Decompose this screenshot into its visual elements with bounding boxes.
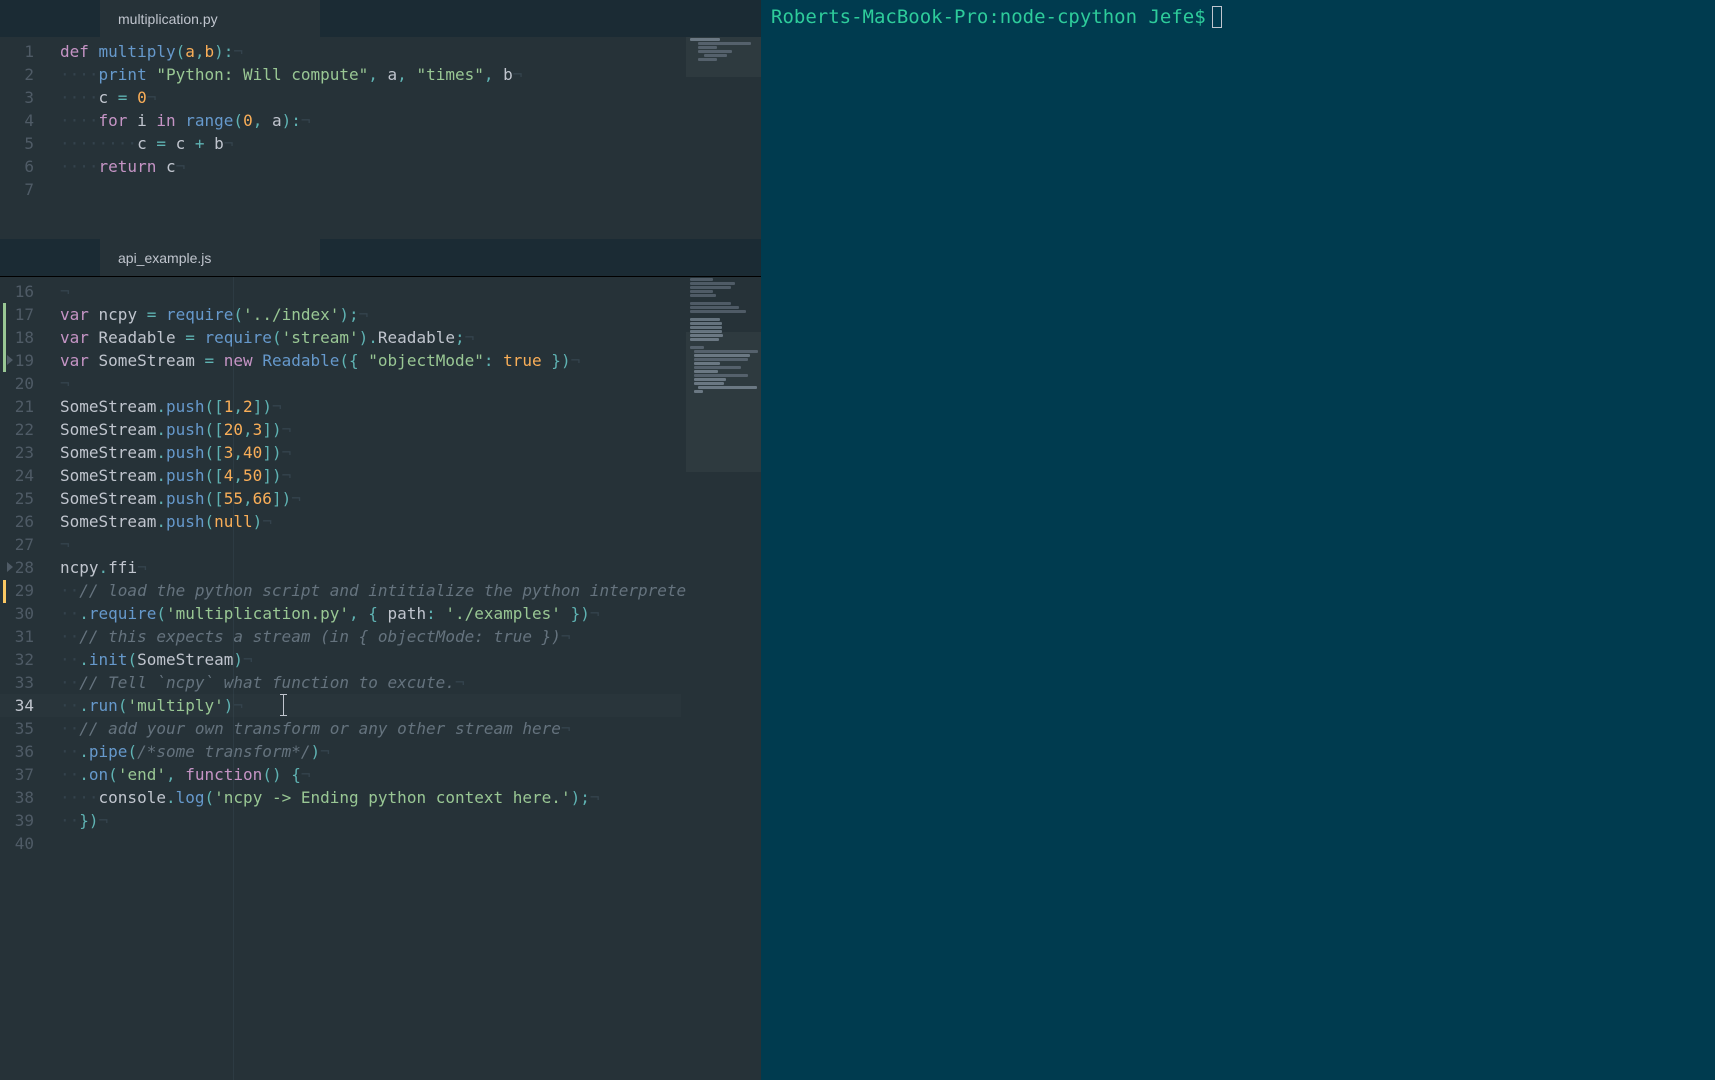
code-line[interactable]: ····return c¬ [60,155,681,178]
code-line[interactable]: ncpy.ffi¬ [60,556,681,579]
code-area-top[interactable]: def multiply(a,b):¬····print "Python: Wi… [60,40,681,201]
line-number: 33 [0,671,34,694]
line-number: 36 [0,740,34,763]
code-line[interactable]: var SomeStream = new Readable({ "objectM… [60,349,681,372]
line-number: 30 [0,602,34,625]
gutter-bottom: 1617181920212223242526272829303132333435… [0,277,48,855]
line-number: 7 [0,178,34,201]
code-line[interactable] [60,832,681,855]
line-number: 4 [0,109,34,132]
line-number: 1 [0,40,34,63]
tab-api-example[interactable]: api_example.js [100,239,320,276]
code-area-bottom[interactable]: ¬var ncpy = require('../index');¬var Rea… [60,280,681,855]
code-line[interactable]: ····console.log('ncpy -> Ending python c… [60,786,681,809]
code-line[interactable]: SomeStream.push([4,50])¬ [60,464,681,487]
line-number: 22 [0,418,34,441]
terminal-prompt-line: Roberts-MacBook-Pro:node-cpython Jefe$ [771,6,1705,28]
terminal-panel[interactable]: Roberts-MacBook-Pro:node-cpython Jefe$ [761,0,1715,1080]
code-line[interactable]: ··.init(SomeStream)¬ [60,648,681,671]
line-number: 16 [0,280,34,303]
text-cursor [283,694,284,716]
minimap-bottom[interactable] [686,277,761,1080]
code-line[interactable]: ··.run('multiply')¬ [60,694,681,717]
code-line[interactable]: ··// Tell `ncpy` what function to excute… [60,671,681,694]
editor-pane-top[interactable]: 1234567 def multiply(a,b):¬····print "Py… [0,37,761,239]
line-number: 2 [0,63,34,86]
code-line[interactable]: SomeStream.push([3,40])¬ [60,441,681,464]
code-line[interactable]: ¬ [60,533,681,556]
terminal-prompt: Roberts-MacBook-Pro:node-cpython Jefe$ [771,6,1206,28]
line-number: 24 [0,464,34,487]
line-number: 39 [0,809,34,832]
code-line[interactable]: ··.on('end', function() {¬ [60,763,681,786]
line-number: 35 [0,717,34,740]
terminal-cursor [1212,6,1222,28]
line-number: 19 [0,349,34,372]
line-number: 40 [0,832,34,855]
line-number: 23 [0,441,34,464]
line-number: 32 [0,648,34,671]
line-number: 26 [0,510,34,533]
code-line[interactable]: ··.pipe(/*some transform*/)¬ [60,740,681,763]
code-line[interactable]: var Readable = require('stream').Readabl… [60,326,681,349]
line-number: 17 [0,303,34,326]
line-number: 31 [0,625,34,648]
line-number: 5 [0,132,34,155]
code-line[interactable]: ········c = c + b¬ [60,132,681,155]
code-line[interactable]: SomeStream.push([1,2])¬ [60,395,681,418]
code-line[interactable]: SomeStream.push(null)¬ [60,510,681,533]
line-number: 28 [0,556,34,579]
code-line[interactable]: ····for i in range(0, a):¬ [60,109,681,132]
line-number: 18 [0,326,34,349]
code-line[interactable]: ··// load the python script and intitial… [60,579,681,602]
editor-panel: multiplication.py 1234567 def multiply(a… [0,0,761,1080]
code-line[interactable]: def multiply(a,b):¬ [60,40,681,63]
tab-bar-top: multiplication.py [0,0,761,37]
line-number: 25 [0,487,34,510]
code-line[interactable]: SomeStream.push([55,66])¬ [60,487,681,510]
line-number: 29 [0,579,34,602]
code-line[interactable]: ¬ [60,372,681,395]
line-number: 3 [0,86,34,109]
tab-multiplication[interactable]: multiplication.py [100,0,320,37]
line-number: 38 [0,786,34,809]
code-line[interactable]: var ncpy = require('../index');¬ [60,303,681,326]
minimap-top[interactable] [686,37,761,239]
line-number: 34 [0,694,34,717]
line-number: 27 [0,533,34,556]
code-line[interactable]: ¬ [60,280,681,303]
line-number: 6 [0,155,34,178]
code-line[interactable]: ··// this expects a stream (in { objectM… [60,625,681,648]
editor-pane-bottom[interactable]: 1617181920212223242526272829303132333435… [0,276,761,1080]
tab-bar-bottom: api_example.js [0,239,761,276]
code-line[interactable]: ··.require('multiplication.py', { path: … [60,602,681,625]
line-number: 21 [0,395,34,418]
code-line[interactable]: ····c = 0¬ [60,86,681,109]
code-line[interactable] [60,178,681,201]
code-line[interactable]: ····print "Python: Will compute", a, "ti… [60,63,681,86]
code-line[interactable]: ··})¬ [60,809,681,832]
code-line[interactable]: ··// add your own transform or any other… [60,717,681,740]
line-number: 37 [0,763,34,786]
line-number: 20 [0,372,34,395]
gutter-top: 1234567 [0,37,48,201]
code-line[interactable]: SomeStream.push([20,3])¬ [60,418,681,441]
